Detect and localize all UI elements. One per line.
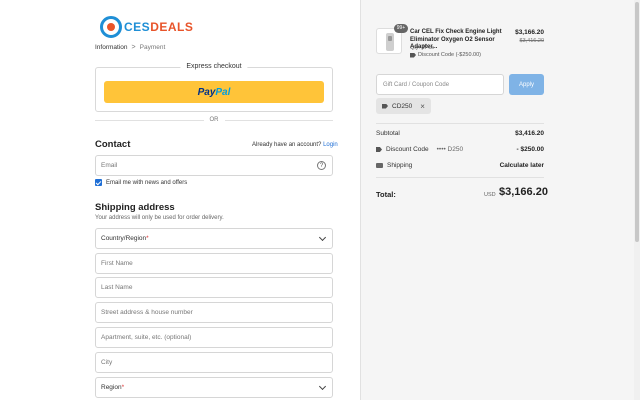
applied-code: CD250 [392, 102, 413, 110]
product-qty: Qty: 1Pcs [410, 45, 434, 51]
page-scrollbar[interactable] [634, 0, 640, 400]
shipping-value: Calculate later [499, 162, 544, 169]
apartment-field[interactable]: Apartment, suite, etc. (optional) [95, 327, 333, 348]
shipping-row: Shipping Calculate later [376, 162, 544, 169]
login-link[interactable]: Login [323, 142, 338, 148]
logo-text: CESDEALS [124, 20, 194, 34]
product-price: $3,166.20 [515, 29, 544, 36]
apply-button[interactable]: Apply [509, 74, 544, 95]
total-label: Total: [376, 190, 396, 199]
tag-icon [382, 103, 388, 109]
scrollbar-thumb[interactable] [635, 2, 639, 242]
account-prompt: Already have an account? Login [252, 142, 338, 148]
first-name-field[interactable]: First Name [95, 253, 333, 274]
contact-title: Contact [95, 139, 131, 150]
newsletter-label: Email me with news and offers [106, 179, 188, 186]
site-logo[interactable]: CESDEALS [100, 16, 193, 38]
email-placeholder: Email [101, 162, 118, 169]
subtotal-value: $3,416.20 [515, 130, 544, 137]
last-name-field[interactable]: Last Name [95, 277, 333, 298]
total-value: $3,166.20 [499, 186, 548, 198]
discount-row: Discount Code •••• D250 - $250.00 [376, 146, 544, 153]
tag-icon [410, 52, 416, 58]
tag-icon [376, 147, 382, 152]
newsletter-option[interactable]: Email me with news and offers [95, 179, 187, 186]
summary-divider [376, 123, 544, 124]
email-field[interactable]: Email ? [95, 155, 333, 176]
quantity-badge: 99+ [394, 24, 408, 33]
or-divider: OR [95, 117, 333, 123]
help-icon[interactable]: ? [317, 161, 326, 170]
checkout-page: CESDEALS Information > Payment Express c… [0, 0, 640, 400]
paypal-button[interactable]: Pay Pal [104, 81, 324, 103]
country-select[interactable]: Country/Region * [95, 228, 333, 249]
city-field[interactable]: City [95, 352, 333, 373]
newsletter-checkbox[interactable] [95, 179, 102, 186]
truck-icon [376, 163, 383, 168]
logo-icon [100, 16, 122, 38]
cart-item: 99+ Car CEL Fix Check Engine Light Elimi… [376, 24, 544, 60]
chevron-right-icon: > [131, 44, 136, 51]
remove-code-icon[interactable]: × [420, 102, 425, 111]
express-checkout-box: Express checkout Pay Pal [95, 63, 333, 112]
chevron-down-icon [318, 233, 327, 242]
total-currency: USD [484, 192, 496, 198]
product-original-price: $3,416.20 [519, 38, 544, 44]
order-summary-panel [360, 0, 640, 400]
discount-value: - $250.00 [516, 146, 544, 153]
chevron-down-icon [318, 382, 327, 391]
express-checkout-title: Express checkout [180, 63, 248, 70]
paypal-logo-pay: Pay [197, 86, 216, 98]
checkout-form-panel: CESDEALS Information > Payment Express c… [0, 0, 360, 400]
subtotal-row: Subtotal $3,416.20 [376, 130, 544, 137]
paypal-logo-pal: Pal [215, 86, 231, 98]
street-address-field[interactable]: Street address & house number [95, 302, 333, 323]
coupon-input[interactable]: Gift Card / Coupon Code [376, 74, 504, 95]
region-select[interactable]: Region * [95, 377, 333, 398]
summary-divider [376, 177, 544, 178]
breadcrumb-information[interactable]: Information [95, 44, 128, 51]
or-text: OR [209, 117, 219, 123]
shipping-title: Shipping address [95, 202, 175, 213]
product-discount: Discount Code (-$250.00) [410, 52, 481, 58]
applied-code-chip: CD250 × [376, 98, 431, 114]
breadcrumb-payment: Payment [139, 44, 166, 51]
breadcrumb: Information > Payment [95, 44, 165, 51]
shipping-subtitle: Your address will only be used for order… [95, 215, 224, 221]
